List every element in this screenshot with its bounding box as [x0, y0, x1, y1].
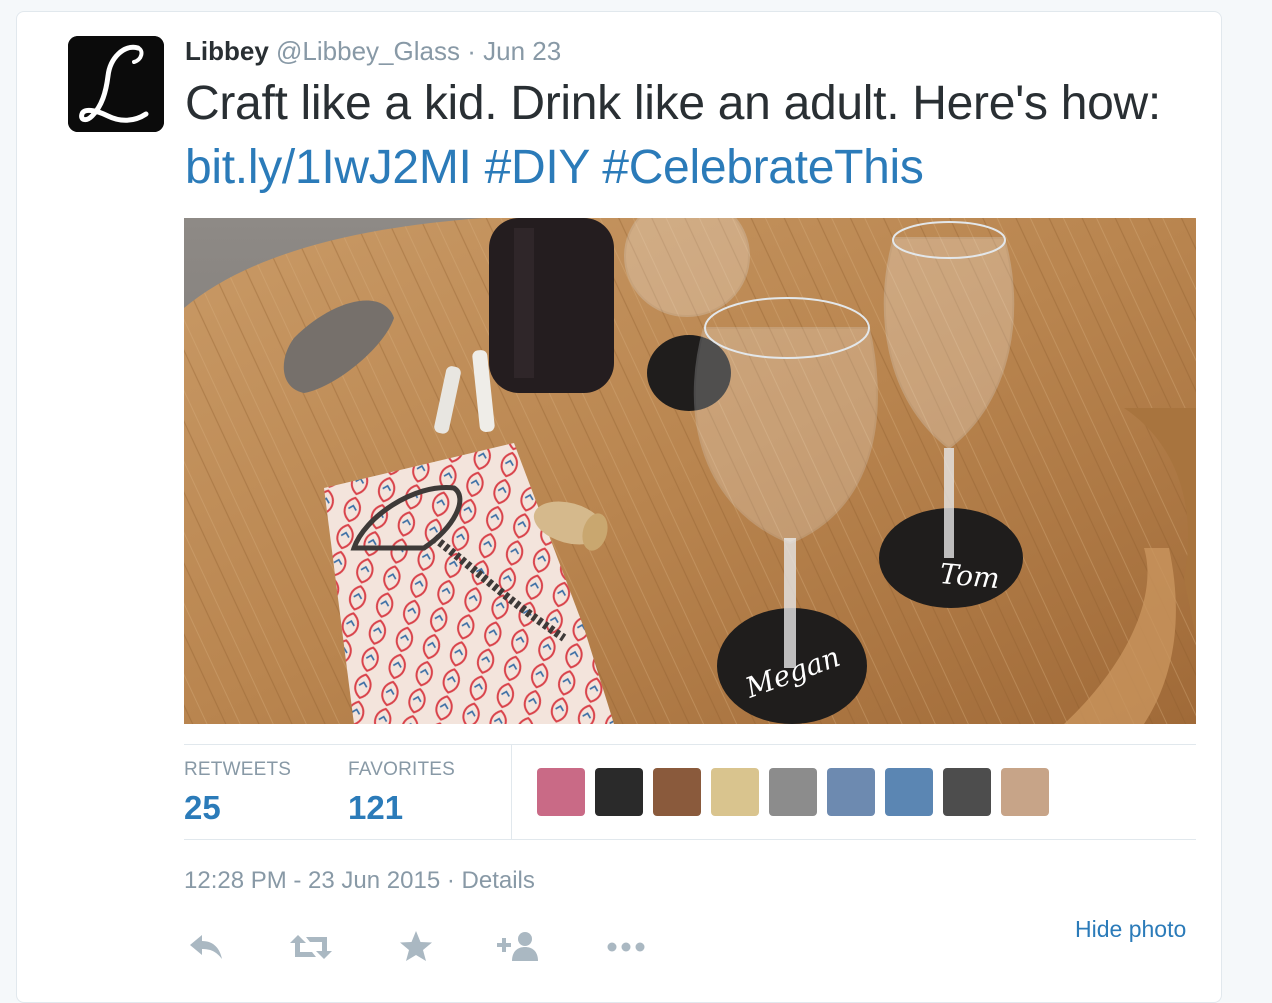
tweet-timestamp-row: 12:28 PM - 23 Jun 2015 · Details — [184, 867, 535, 895]
tray-with-wine-glasses-image: Tom Megan — [184, 218, 1196, 724]
author-name[interactable]: Libbey — [185, 36, 269, 66]
header-separator: · — [467, 36, 476, 66]
retweets-stat[interactable]: RETWEETS 25 — [184, 759, 291, 827]
tweet-date[interactable]: Jun 23 — [483, 36, 561, 66]
tweet-photo[interactable]: Tom Megan — [184, 218, 1196, 724]
favorite-icon[interactable] — [394, 925, 438, 969]
favoriter-7-avatar[interactable] — [885, 768, 933, 816]
retweets-count[interactable]: 25 — [184, 789, 291, 827]
favorites-count[interactable]: 121 — [348, 789, 455, 827]
retweets-label: RETWEETS — [184, 759, 292, 780]
retweet-icon[interactable] — [286, 925, 332, 969]
follow-icon[interactable] — [494, 925, 538, 969]
favoriter-9-avatar[interactable] — [1001, 768, 1049, 816]
glass-label-tom: Tom — [938, 557, 1001, 595]
favoriter-2-avatar[interactable] — [595, 768, 643, 816]
stats-divider — [511, 745, 512, 839]
tweet-stats: RETWEETS 25 FAVORITES 121 — [184, 744, 1196, 840]
tweet-actions — [184, 925, 684, 969]
libbey-logo — [68, 36, 164, 132]
favoriter-5-avatar[interactable] — [769, 768, 817, 816]
author-avatar[interactable] — [68, 36, 164, 132]
tweet-text-main: Craft like a kid. Drink like an adult. H… — [185, 77, 1161, 130]
tweet-header: Libbey @Libbey_Glass · Jun 23 — [185, 34, 561, 68]
favoriter-8-avatar[interactable] — [943, 768, 991, 816]
favoriter-1-avatar[interactable] — [537, 768, 585, 816]
hide-photo-link[interactable]: Hide photo — [1075, 916, 1186, 943]
timestamp-separator: · — [446, 867, 455, 894]
author-handle[interactable]: @Libbey_Glass — [276, 36, 460, 66]
hashtag-celebratethis[interactable]: #CelebrateThis — [602, 141, 924, 194]
hashtag-diy[interactable]: #DIY — [485, 141, 590, 194]
favoriter-3-avatar[interactable] — [653, 768, 701, 816]
favoriter-6-avatar[interactable] — [827, 768, 875, 816]
more-icon[interactable] — [604, 925, 648, 969]
favorites-label: FAVORITES — [348, 759, 456, 780]
tweet-link[interactable]: bit.ly/1IwJ2MI — [185, 141, 472, 194]
reply-icon[interactable] — [184, 925, 228, 969]
tweet-timestamp: 12:28 PM - 23 Jun 2015 — [184, 867, 441, 894]
tweet-text: Craft like a kid. Drink like an adult. H… — [185, 72, 1185, 200]
favorites-stat[interactable]: FAVORITES 121 — [348, 759, 455, 827]
favoriter-4-avatar[interactable] — [711, 768, 759, 816]
details-link[interactable]: Details — [462, 867, 535, 894]
